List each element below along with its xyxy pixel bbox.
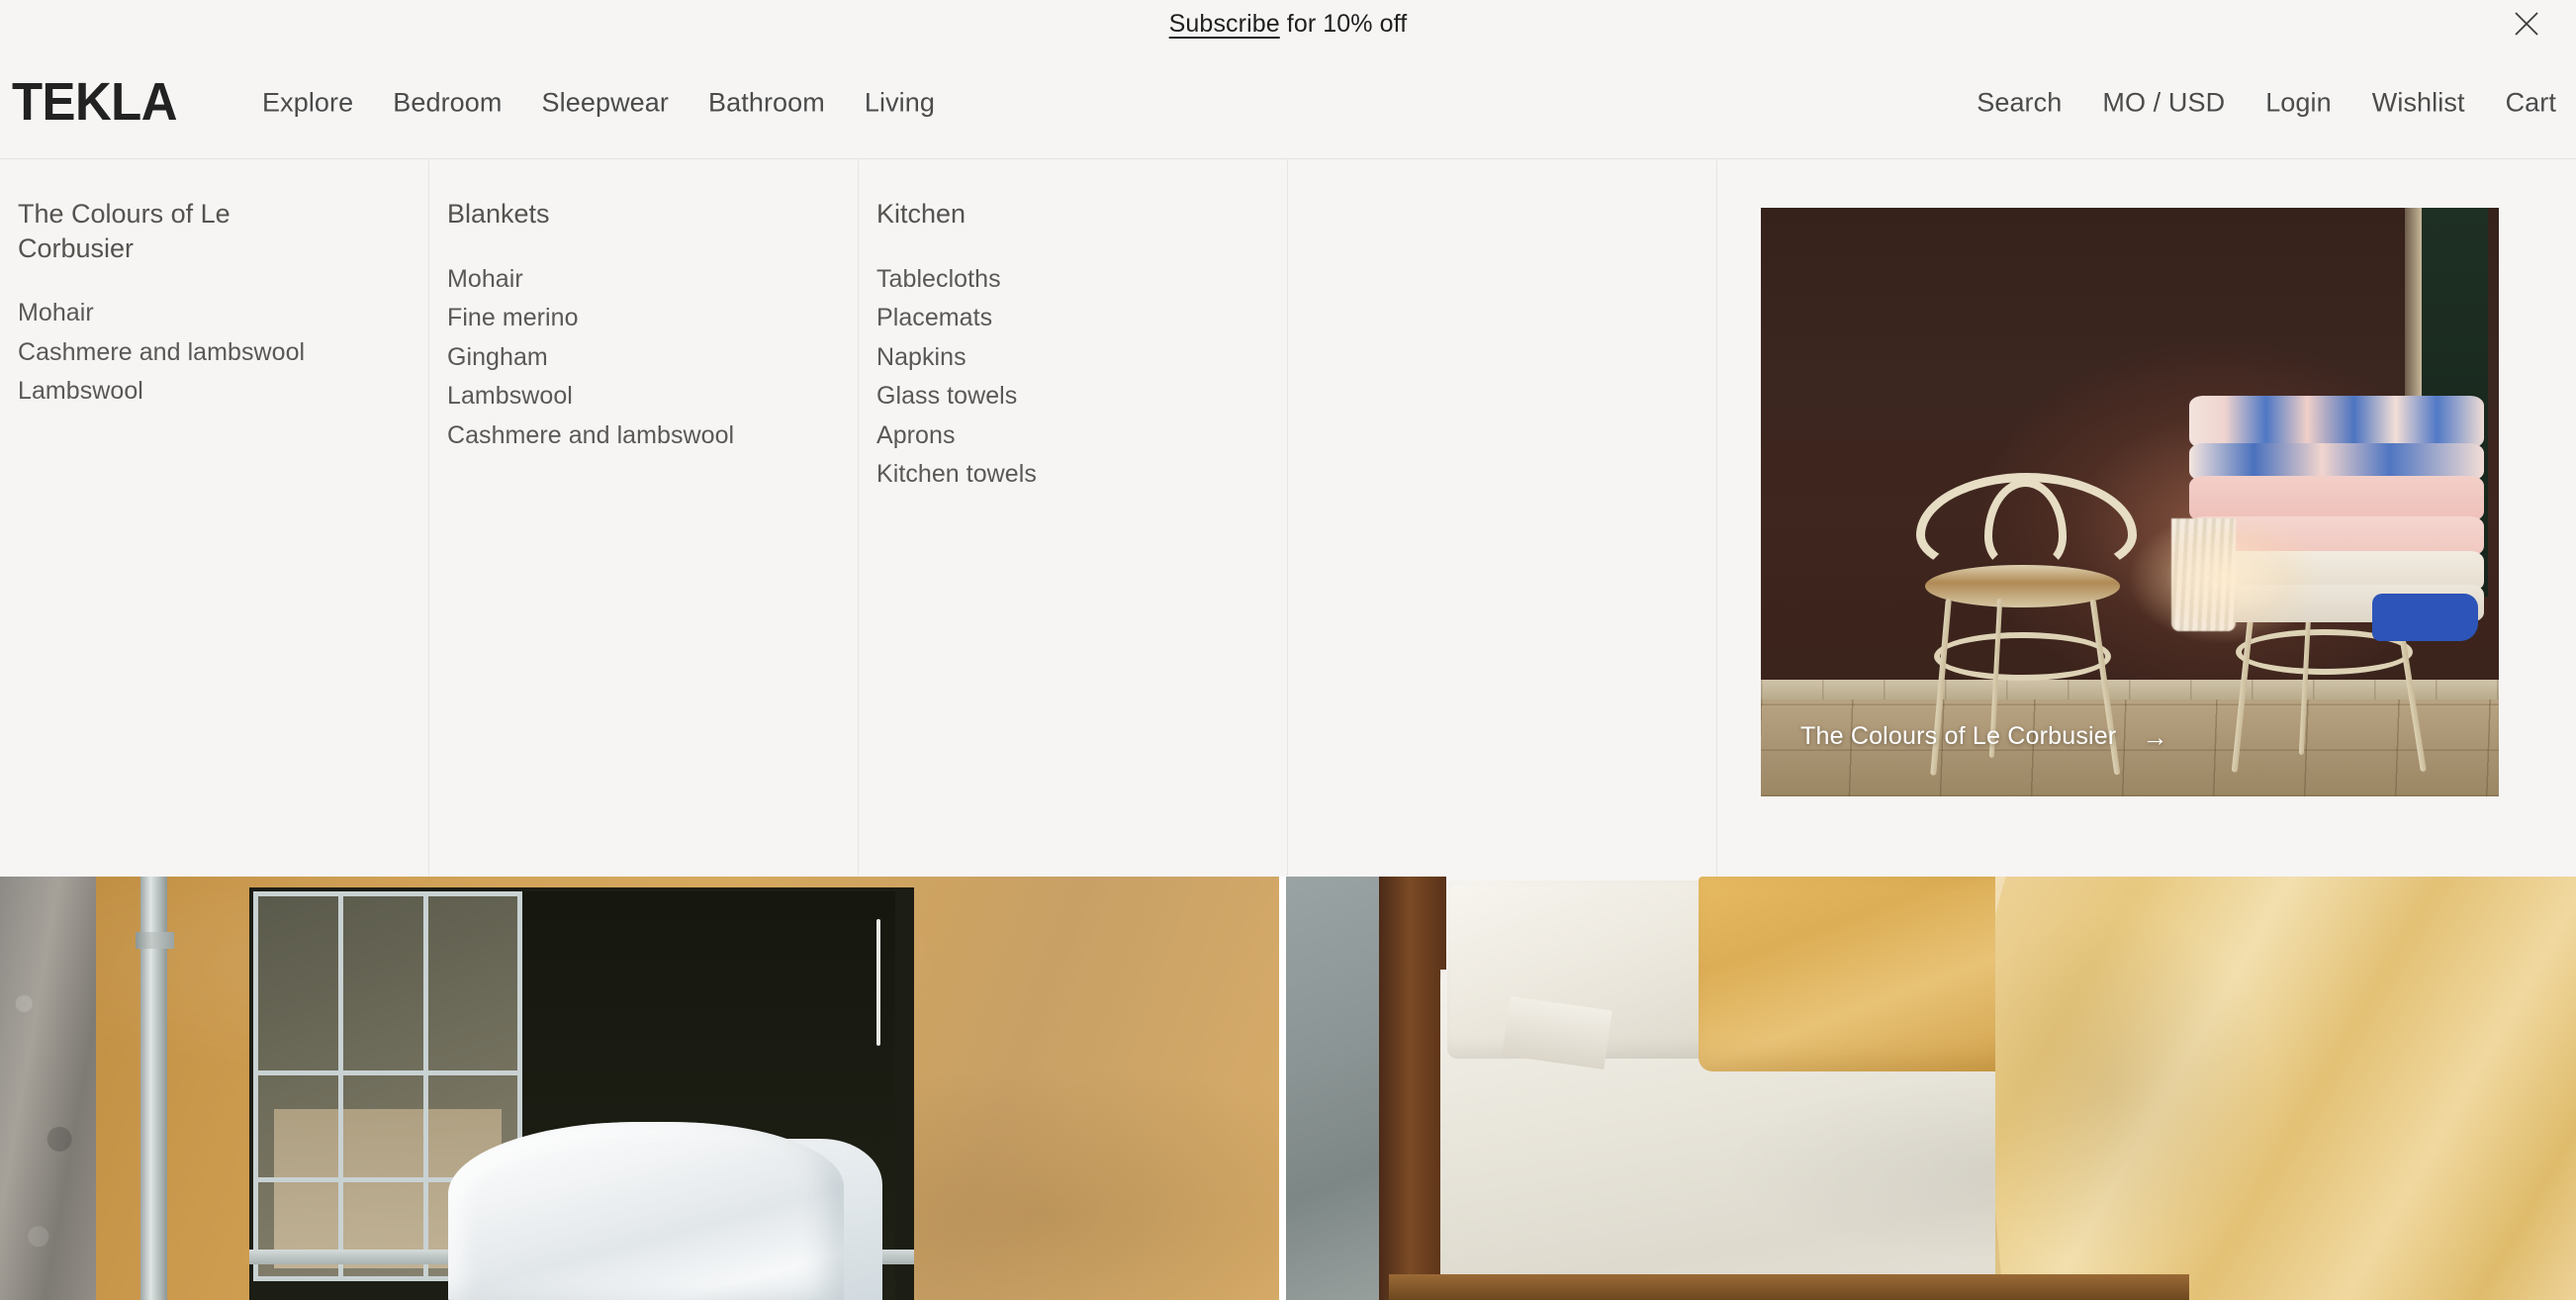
photo-tile-yellow-bed[interactable] — [1286, 877, 2576, 1300]
promo-caption-label: The Colours of Le Corbusier — [1800, 722, 2117, 750]
mega-link-mohair[interactable]: Mohair — [18, 299, 428, 328]
photo-bed-frame — [1378, 877, 1446, 1300]
mega-link-cashmere-lambswool[interactable]: Cashmere and lambswool — [18, 338, 428, 368]
site-header: TEKLA Explore Bedroom Sleepwear Bathroom… — [0, 47, 2576, 158]
close-icon[interactable] — [2507, 4, 2546, 44]
mega-column-title[interactable]: Kitchen — [876, 197, 1173, 232]
mega-column-links: Mohair Cashmere and lambswool Lambswool — [18, 299, 428, 407]
mega-column-title[interactable]: The Colours of Le Corbusier — [18, 197, 315, 265]
mega-link-blankets-gingham[interactable]: Gingham — [447, 343, 858, 373]
mega-link-blankets-cashmere-lambswool[interactable]: Cashmere and lambswool — [447, 421, 858, 451]
promo-card-le-corbusier[interactable]: The Colours of Le Corbusier → — [1761, 208, 2499, 796]
mega-link-lambswool[interactable]: Lambswool — [18, 377, 428, 407]
mega-column-le-corbusier: The Colours of Le Corbusier Mohair Cashm… — [0, 159, 429, 876]
mega-column-empty — [1288, 159, 1717, 876]
utility-navigation: Search MO / USD Login Wishlist Cart — [1977, 88, 2556, 119]
mega-link-placemats[interactable]: Placemats — [876, 304, 1287, 333]
announcement-bar: Subscribe for 10% off — [0, 0, 2576, 47]
mega-column-kitchen: Kitchen Tablecloths Placemats Napkins Gl… — [859, 159, 1288, 876]
mega-link-blankets-mohair[interactable]: Mohair — [447, 265, 858, 295]
photo-pipe-bracket — [136, 931, 174, 949]
mega-column-blankets: Blankets Mohair Fine merino Gingham Lamb… — [429, 159, 859, 876]
photo-strip-divider — [1279, 877, 1286, 1300]
photo-tile-duvet-window[interactable] — [0, 877, 1279, 1300]
nav-item-cart[interactable]: Cart — [2506, 88, 2556, 119]
arrow-right-icon: → — [2142, 721, 2168, 752]
mega-column-links: Mohair Fine merino Gingham Lambswool Cas… — [447, 265, 858, 451]
announcement-rest-text: for 10% off — [1279, 9, 1408, 38]
mega-link-kitchen-towels[interactable]: Kitchen towels — [876, 460, 1287, 490]
page-root: Subscribe for 10% off TEKLA Explore Bedr… — [0, 0, 2576, 1300]
nav-item-login[interactable]: Login — [2265, 88, 2332, 119]
nav-item-bathroom[interactable]: Bathroom — [708, 88, 825, 119]
nav-item-search[interactable]: Search — [1977, 88, 2062, 119]
nav-item-currency[interactable]: MO / USD — [2102, 88, 2225, 119]
photo-white-duvet — [447, 1122, 845, 1300]
nav-item-sleepwear[interactable]: Sleepwear — [542, 88, 669, 119]
mega-link-blankets-fine-merino[interactable]: Fine merino — [447, 304, 858, 333]
mega-link-tablecloths[interactable]: Tablecloths — [876, 265, 1287, 295]
mega-link-glass-towels[interactable]: Glass towels — [876, 382, 1287, 412]
nav-item-wishlist[interactable]: Wishlist — [2372, 88, 2465, 119]
subscribe-link[interactable]: Subscribe — [1169, 10, 1280, 38]
promo-caption[interactable]: The Colours of Le Corbusier → — [1800, 722, 2168, 751]
mega-link-aprons[interactable]: Aprons — [876, 421, 1287, 451]
logo-tekla[interactable]: TEKLA — [12, 76, 177, 130]
mega-link-napkins[interactable]: Napkins — [876, 343, 1287, 373]
photo-blind-cord — [875, 918, 880, 1047]
nav-item-bedroom[interactable]: Bedroom — [393, 88, 502, 119]
photo-yellow-pillow — [1699, 877, 2035, 1071]
photo-yellow-duvet — [1995, 877, 2576, 1300]
mega-column-title[interactable]: Blankets — [447, 197, 744, 232]
promo-image — [1761, 208, 2499, 796]
promo-blanket-stack — [2170, 396, 2485, 641]
photo-stone-wall — [0, 877, 96, 1300]
announcement-text: Subscribe for 10% off — [1169, 10, 1408, 39]
photo-strip — [0, 877, 2576, 1300]
mega-column-links: Tablecloths Placemats Napkins Glass towe… — [876, 265, 1287, 490]
nav-item-living[interactable]: Living — [865, 88, 935, 119]
mega-link-blankets-lambswool[interactable]: Lambswool — [447, 382, 858, 412]
photo-bed-base — [1389, 1274, 2189, 1300]
primary-navigation: Explore Bedroom Sleepwear Bathroom Livin… — [262, 88, 935, 119]
nav-item-explore[interactable]: Explore — [262, 88, 353, 119]
